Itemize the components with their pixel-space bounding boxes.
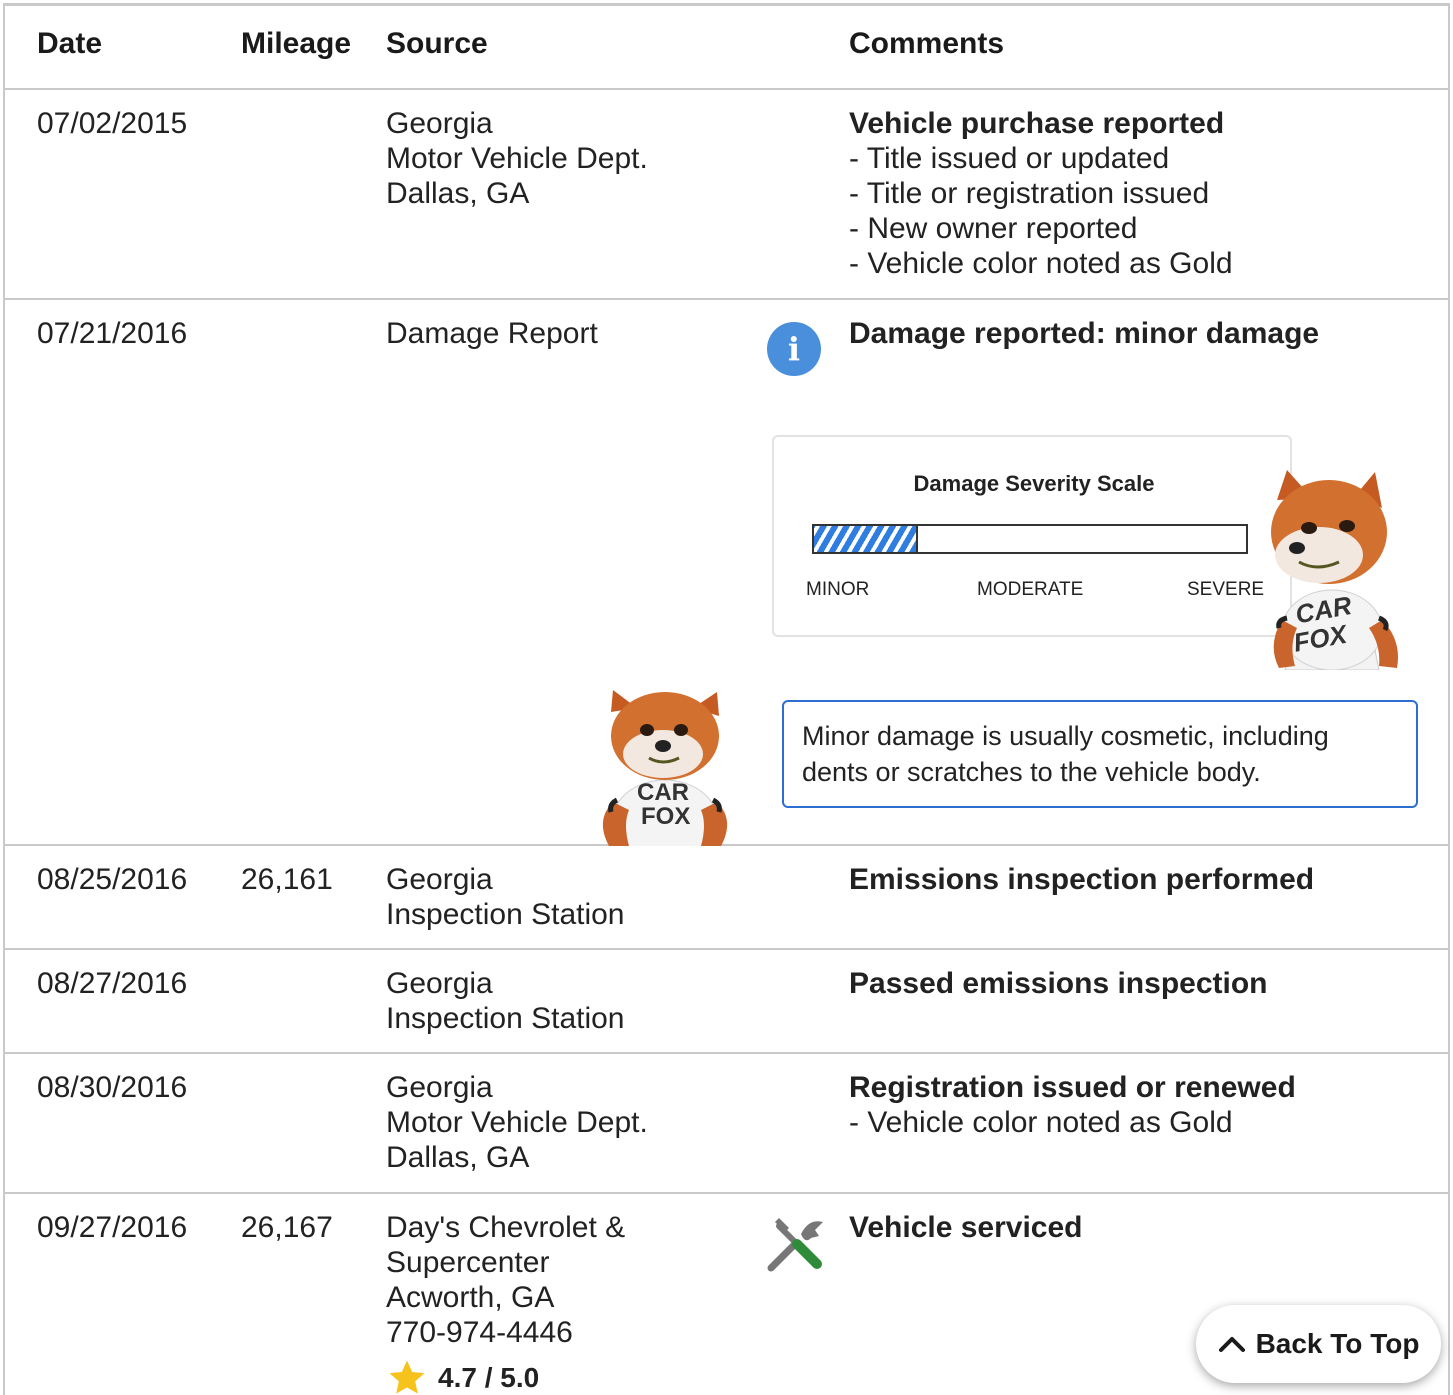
- record-date: 09/27/2016: [37, 1211, 188, 1244]
- record-source: Georgia Inspection Station: [386, 966, 756, 1036]
- mascot-shirt-text-2: FOX: [641, 803, 690, 830]
- source-line: Georgia: [386, 107, 493, 140]
- record-source: Georgia Inspection Station: [386, 862, 756, 932]
- table-row: 08/30/2016 Georgia Motor Vehicle Dept. D…: [5, 1054, 1448, 1194]
- mascot-shirt-text-1: CAR: [637, 779, 689, 806]
- record-comments: Vehicle purchase reported - Title issued…: [849, 106, 1439, 281]
- comment-item: - New owner reported: [849, 212, 1138, 245]
- source-line: Georgia: [386, 863, 493, 896]
- source-line: Acworth, GA: [386, 1281, 555, 1314]
- source-line: Supercenter: [386, 1246, 550, 1279]
- back-to-top-label: Back To Top: [1255, 1328, 1420, 1359]
- record-mileage: 26,167: [241, 1211, 333, 1244]
- record-comments: Passed emissions inspection: [849, 966, 1439, 1001]
- comment-item: - Vehicle color noted as Gold: [849, 247, 1233, 280]
- back-to-top-button[interactable]: Back To Top: [1196, 1305, 1441, 1383]
- record-date: 07/02/2015: [37, 107, 188, 140]
- star-icon: [389, 1360, 425, 1394]
- table-row: 07/02/2015 Georgia Motor Vehicle Dept. D…: [5, 90, 1448, 300]
- damage-severity-scale: Damage Severity Scale MINOR MODERATE SEV…: [772, 435, 1292, 637]
- vehicle-history-table: Date Mileage Source Comments 07/02/2015 …: [3, 3, 1450, 1395]
- severity-label-moderate: MODERATE: [977, 579, 1084, 600]
- source-line: Dallas, GA: [386, 1141, 530, 1174]
- comment-title: Damage reported: minor damage: [849, 317, 1320, 350]
- comment-item: - Title issued or updated: [849, 142, 1170, 175]
- record-date: 08/30/2016: [37, 1071, 188, 1104]
- comment-item: - Title or registration issued: [849, 177, 1210, 210]
- dealer-phone-link[interactable]: 770-974-4446: [386, 1315, 756, 1350]
- source-line: Damage Report: [386, 317, 598, 350]
- damage-info-note: Minor damage is usually cosmetic, includ…: [782, 700, 1418, 808]
- comment-item: - Vehicle color noted as Gold: [849, 1106, 1233, 1139]
- severity-label-minor: MINOR: [806, 579, 870, 600]
- record-date: 08/27/2016: [37, 967, 188, 1000]
- carfox-mascot: CAR FOX: [1271, 470, 1398, 670]
- severity-level-fill: [814, 526, 918, 552]
- record-comments: Emissions inspection performed: [849, 862, 1439, 897]
- record-date: 07/21/2016: [37, 317, 188, 350]
- table-row: 08/25/2016 26,161 Georgia Inspection Sta…: [5, 846, 1448, 950]
- comment-title: Registration issued or renewed: [849, 1071, 1296, 1104]
- table-row: 08/27/2016 Georgia Inspection Station Pa…: [5, 950, 1448, 1054]
- source-line: Georgia: [386, 1071, 493, 1104]
- chevron-up-icon: [1218, 1337, 1245, 1352]
- comment-title: Emissions inspection performed: [849, 863, 1315, 896]
- record-source: Georgia Motor Vehicle Dept. Dallas, GA: [386, 1070, 756, 1175]
- severity-scale-title: Damage Severity Scale: [913, 471, 1155, 496]
- rating-value: 4.7 / 5.0: [438, 1362, 540, 1393]
- record-date: 08/25/2016: [37, 863, 188, 896]
- source-line: Inspection Station: [386, 1002, 625, 1035]
- record-source: Day's Chevrolet & Supercenter Acworth, G…: [386, 1210, 756, 1350]
- severity-track: [812, 524, 1248, 554]
- record-comments: Registration issued or renewed - Vehicle…: [849, 1070, 1439, 1140]
- carfox-mascot: CAR FOX: [602, 690, 728, 846]
- severity-label-severe: SEVERE: [1187, 579, 1265, 600]
- column-header-source: Source: [386, 27, 488, 60]
- table-row: 07/21/2016 Damage Report i Damage report…: [5, 300, 1448, 846]
- record-comments: Vehicle serviced: [849, 1210, 1439, 1245]
- table-header-row: Date Mileage Source Comments: [5, 6, 1448, 90]
- comment-title: Vehicle purchase reported: [849, 107, 1225, 140]
- source-line: Georgia: [386, 967, 493, 1000]
- column-header-mileage: Mileage: [241, 27, 352, 60]
- record-source: Damage Report: [386, 316, 756, 351]
- source-line: Dallas, GA: [386, 177, 530, 210]
- wrench-screwdriver-icon: [767, 1218, 823, 1272]
- comment-title: Passed emissions inspection: [849, 967, 1268, 1000]
- comment-title: Vehicle serviced: [849, 1211, 1083, 1244]
- source-line: Motor Vehicle Dept.: [386, 1106, 648, 1139]
- column-header-date: Date: [37, 27, 103, 60]
- record-mileage: 26,161: [241, 863, 333, 896]
- source-line: Inspection Station: [386, 898, 625, 931]
- record-source: Georgia Motor Vehicle Dept. Dallas, GA: [386, 106, 756, 211]
- dealer-rating[interactable]: 4.7 / 5.0: [386, 1358, 539, 1395]
- source-line: Motor Vehicle Dept.: [386, 142, 648, 175]
- record-comments: Damage reported: minor damage: [849, 316, 1439, 351]
- source-line: Day's Chevrolet &: [386, 1211, 626, 1244]
- info-icon[interactable]: i: [767, 322, 821, 376]
- column-header-comments: Comments: [849, 27, 1005, 60]
